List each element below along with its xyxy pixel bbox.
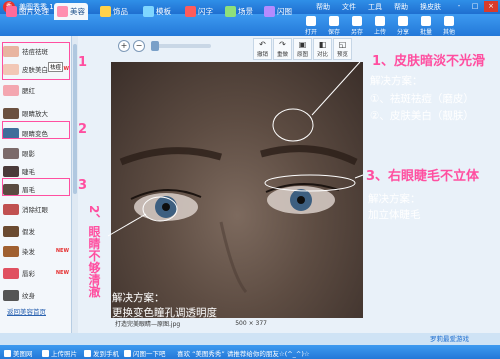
game-link[interactable]: 罗莉最爱游戏	[430, 333, 469, 343]
bottom-label: 美图网	[13, 350, 33, 358]
web-icon	[4, 349, 11, 357]
news-ticker[interactable]: 喜欢 “美图秀秀” 请推荐给你的朋友☆(^_^)☆	[177, 348, 310, 358]
bottom-bar: 美图网 上传照片 发到手机 闪图一下吧 喜欢 “美图秀秀” 请推荐给你的朋友☆(…	[0, 345, 500, 359]
marker-1: 1	[78, 55, 88, 70]
issue-2-solution-label: 解决方案：	[112, 292, 165, 304]
issue-3-solution-label: 解决方案：	[368, 193, 421, 205]
upload-photo-icon	[42, 349, 49, 357]
bottom-label: 发到手机	[93, 350, 119, 358]
issue-1-solution-b: ②、皮肤美白（靓肤）	[370, 110, 474, 122]
issue-3-title: 3、右眼睫毛不立体	[366, 169, 480, 184]
marker-2: 2	[78, 122, 88, 137]
issue-2-title: 2、眼睛不够清澈	[87, 205, 101, 298]
issue-1-solution-label: 解决方案：	[370, 75, 423, 87]
issue-1-title: 1、皮肤暗淡不光滑	[372, 54, 486, 69]
marker-3: 3	[78, 178, 88, 193]
flash-icon	[124, 349, 131, 357]
upload-photo-button[interactable]: 上传照片	[42, 348, 77, 358]
phone-icon	[84, 349, 91, 357]
send-to-phone-button[interactable]: 发到手机	[84, 348, 119, 358]
issue-3-solution: 加立体睫毛	[368, 209, 421, 221]
bottom-label: 上传照片	[51, 350, 77, 358]
issue-1-solution-a: ①、祛斑祛痘（磨皮）	[370, 93, 474, 105]
meitu-web-button[interactable]: 美图网	[4, 348, 33, 358]
flash-image-button[interactable]: 闪图一下吧	[124, 348, 166, 358]
bottom-label: 闪图一下吧	[133, 350, 166, 358]
issue-2-solution: 更换变色瞳孔调透明度	[112, 307, 217, 319]
